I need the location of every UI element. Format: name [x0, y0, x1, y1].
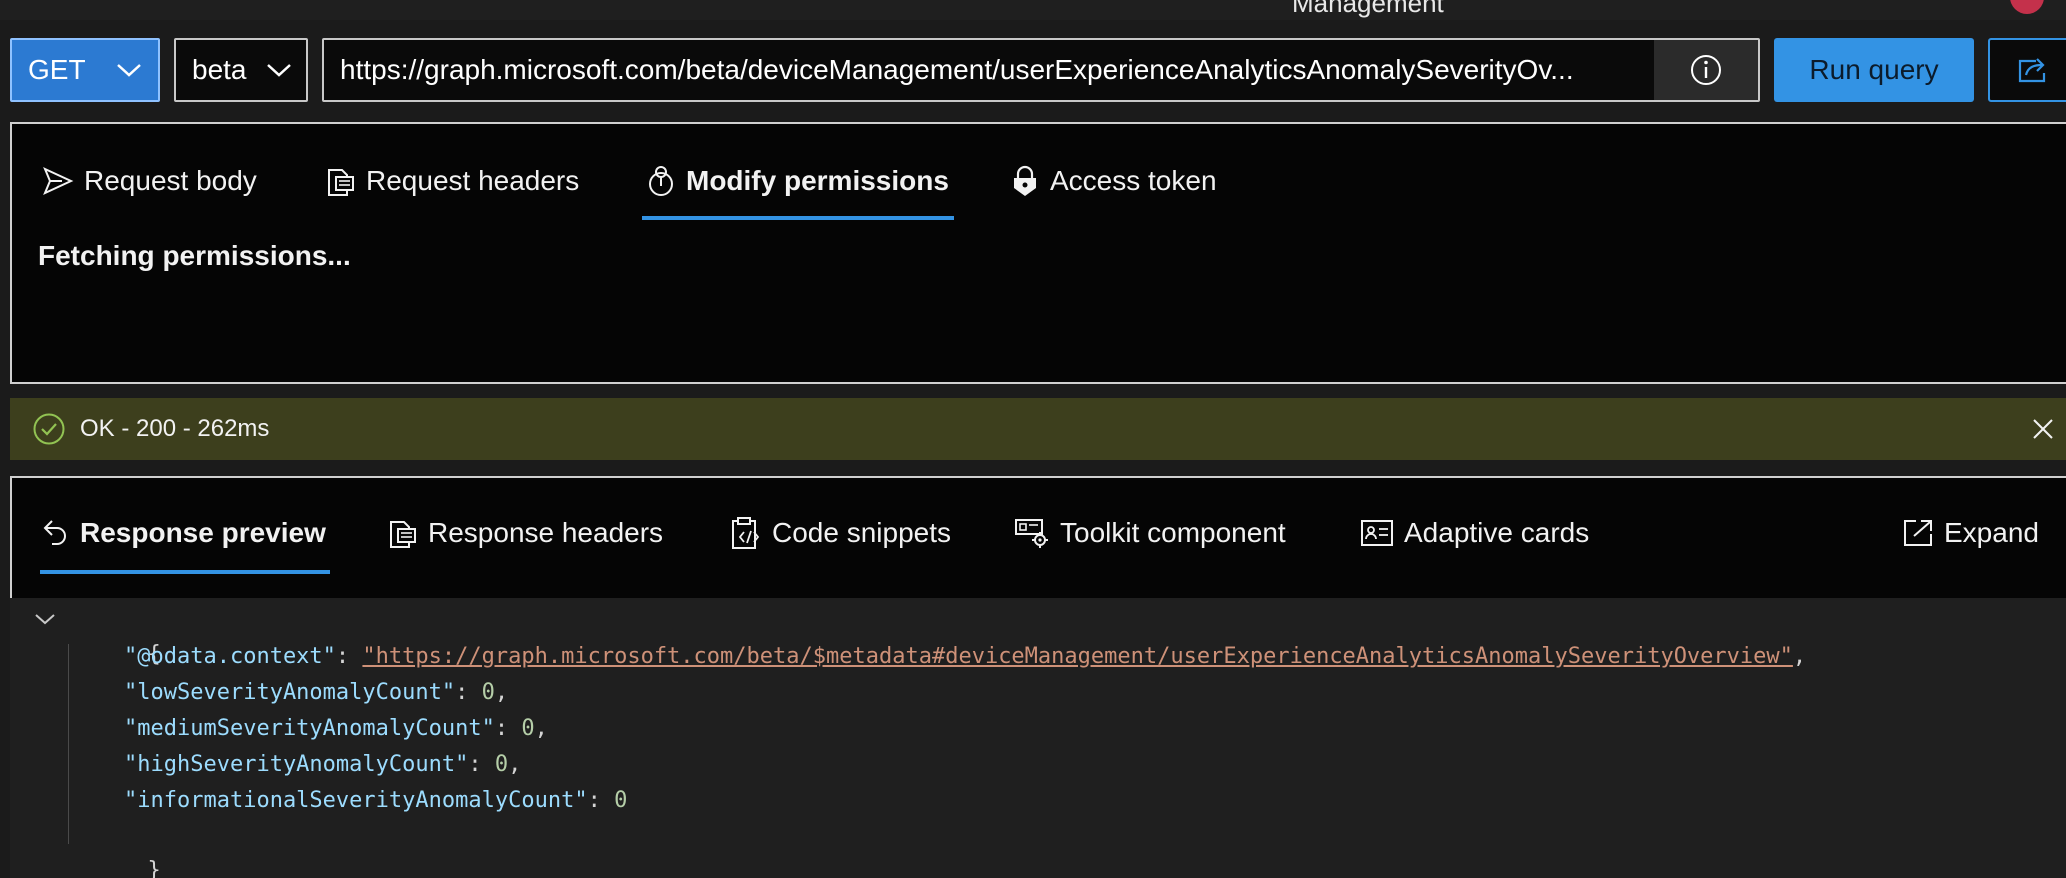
permissions-icon: [646, 164, 676, 198]
json-line: "informationalSeverityAnomalyCount": 0: [124, 788, 628, 813]
response-status-bar: OK - 200 - 262ms: [10, 398, 2066, 460]
share-icon: [2016, 55, 2050, 85]
tab-label: Modify permissions: [686, 165, 949, 196]
json-line: "highSeverityAnomalyCount": 0,: [124, 752, 522, 777]
api-version-dropdown[interactable]: beta: [174, 38, 308, 102]
json-number-value: 0: [481, 680, 495, 705]
notification-dot: [2010, 0, 2044, 14]
tab-response-preview[interactable]: Response preview: [42, 508, 326, 558]
run-query-button[interactable]: Run query: [1774, 38, 1974, 102]
response-json-viewer: { "@odata.context": "https://graph.micro…: [10, 598, 2066, 878]
tab-label: Toolkit component: [1060, 517, 1286, 548]
json-key: "mediumSeverityAnomalyCount": [124, 716, 495, 741]
tab-response-headers[interactable]: Response headers: [388, 508, 663, 558]
json-key: "lowSeverityAnomalyCount": [124, 680, 456, 705]
tab-label: Adaptive cards: [1404, 517, 1590, 548]
dismiss-status-button[interactable]: [2028, 414, 2058, 444]
json-number-value: 0: [614, 788, 628, 813]
check-circle-icon: [32, 412, 66, 446]
tab-modify-permissions[interactable]: Modify permissions: [646, 156, 949, 206]
tab-adaptive-cards[interactable]: Adaptive cards: [1360, 508, 1589, 558]
active-tab-indicator: [642, 216, 954, 220]
close-icon: [2032, 418, 2054, 440]
tab-label: Request headers: [366, 165, 580, 196]
query-url-input[interactable]: https://graph.microsoft.com/beta/deviceM…: [324, 40, 1654, 100]
info-icon: [1689, 53, 1723, 87]
contact-card-icon: [1360, 518, 1394, 548]
tab-label: Response headers: [428, 517, 664, 548]
tab-toolkit-component[interactable]: Toolkit component: [1014, 508, 1286, 558]
json-key: "highSeverityAnomalyCount": [124, 752, 469, 777]
chevron-down-icon: [266, 62, 292, 78]
tab-label: Request body: [84, 165, 257, 196]
status-text: OK - 200 - 262ms: [80, 415, 270, 442]
expand-icon: [1902, 518, 1934, 548]
json-key: "informationalSeverityAnomalyCount": [124, 788, 588, 813]
code-clipboard-icon: [730, 515, 762, 551]
document-headers-icon: [388, 516, 418, 550]
json-link-value[interactable]: "https://graph.microsoft.com/beta/$metad…: [362, 644, 1792, 669]
json-key: "@odata.context": [124, 644, 336, 669]
request-panel: Request body Request headers Modify perm…: [10, 122, 2066, 384]
http-method-value: GET: [28, 54, 86, 85]
tab-label: Response preview: [80, 517, 326, 548]
active-tab-indicator: [40, 570, 330, 574]
title-strip: Management: [0, 0, 2066, 20]
info-button[interactable]: [1654, 40, 1758, 100]
tab-access-token[interactable]: Access token: [1010, 156, 1217, 206]
json-line: "lowSeverityAnomalyCount": 0,: [124, 680, 509, 705]
graph-explorer-page: Management GET beta https://graph.micros…: [0, 0, 2066, 878]
undo-arrow-icon: [42, 517, 70, 549]
window-title-fragment: Management: [1292, 0, 1444, 18]
json-open-brace: {: [147, 642, 161, 667]
tab-code-snippets[interactable]: Code snippets: [730, 508, 951, 558]
permissions-loading-message: Fetching permissions...: [38, 240, 351, 271]
json-line: "@odata.context": "https://graph.microso…: [124, 644, 1807, 669]
share-button[interactable]: [1988, 38, 2066, 102]
json-line: "mediumSeverityAnomalyCount": 0,: [124, 716, 548, 741]
tab-request-body[interactable]: Request body: [42, 156, 257, 206]
toolkit-gear-icon: [1014, 516, 1050, 550]
send-icon: [42, 166, 74, 196]
tab-label: Code snippets: [772, 517, 952, 548]
expand-label: Expand: [1944, 517, 2039, 548]
query-url-box: https://graph.microsoft.com/beta/deviceM…: [322, 38, 1760, 102]
tab-label: Access token: [1050, 165, 1217, 196]
json-number-value: 0: [521, 716, 535, 741]
json-number-value: 0: [494, 752, 509, 777]
expand-button[interactable]: Expand: [1902, 508, 2039, 558]
json-close-brace: }: [147, 858, 161, 878]
tab-request-headers[interactable]: Request headers: [326, 156, 579, 206]
api-version-value: beta: [192, 54, 247, 85]
document-headers-icon: [326, 164, 356, 198]
chevron-down-icon[interactable]: [34, 612, 56, 626]
lock-icon: [1010, 164, 1040, 198]
http-method-dropdown[interactable]: GET: [10, 38, 160, 102]
chevron-down-icon: [116, 62, 142, 78]
